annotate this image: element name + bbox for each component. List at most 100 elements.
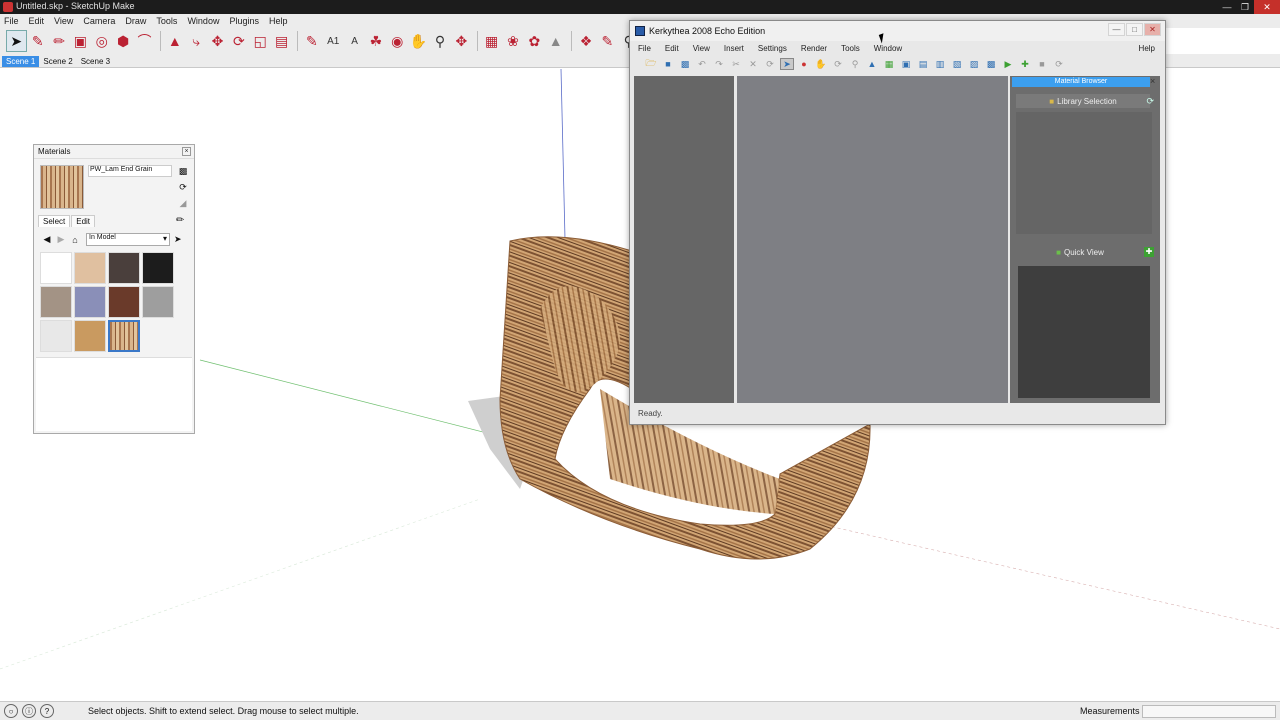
menu-file[interactable]: File [4, 16, 19, 26]
material-swatch[interactable] [108, 286, 140, 318]
material-swatch[interactable] [74, 320, 106, 352]
kt-view-front-icon[interactable]: ▤ [916, 58, 930, 70]
tab-scene-1[interactable]: Scene 1 [2, 56, 40, 67]
library-selection-button[interactable]: ■ Library Selection [1016, 94, 1150, 108]
home-icon[interactable]: ⌂ [68, 235, 82, 245]
sample-paint-icon[interactable]: ✏ [176, 215, 184, 226]
details-arrow-icon[interactable]: ➤ [174, 234, 182, 245]
kt-grid-icon[interactable]: ▦ [882, 58, 896, 70]
kt-maximize-button[interactable]: □ [1126, 23, 1143, 36]
kt-cut-icon[interactable]: ✂ [729, 58, 743, 70]
offset-tool-icon[interactable]: ▤ [271, 30, 291, 52]
kt-view-top-icon[interactable]: ▣ [899, 58, 913, 70]
kerkythea-export-icon[interactable]: ❖ [576, 30, 596, 52]
material-swatch[interactable] [40, 320, 72, 352]
kt-delete-icon[interactable]: ✕ [746, 58, 760, 70]
kt-start-render-icon[interactable]: ▶ [1001, 58, 1015, 70]
kt-menu-help[interactable]: Help [1139, 44, 1155, 53]
kt-view-side-icon[interactable]: ▥ [933, 58, 947, 70]
display-secondary-icon[interactable]: ▩ [177, 165, 189, 177]
warehouse-tool-icon[interactable]: ▦ [481, 30, 501, 52]
materials-close-icon[interactable]: × [182, 147, 191, 156]
material-swatch[interactable] [74, 252, 106, 284]
kt-add-icon[interactable]: ✚ [1018, 58, 1032, 70]
kt-rotate-icon[interactable]: ⟳ [831, 58, 845, 70]
arc-tool-icon[interactable]: ⌒ [134, 30, 154, 52]
text-tool-icon[interactable]: A1 [323, 30, 343, 52]
push-pull-tool-icon[interactable]: ▲ [165, 30, 185, 52]
kt-stop-icon[interactable]: ■ [1035, 58, 1049, 70]
material-swatch[interactable] [142, 252, 174, 284]
material-swatch[interactable] [74, 286, 106, 318]
3d-text-tool-icon[interactable]: A [344, 30, 364, 52]
kt-view-persp-icon[interactable]: ▧ [950, 58, 964, 70]
menu-edit[interactable]: Edit [29, 16, 45, 26]
kt-light-icon[interactable]: ▲ [865, 58, 879, 70]
kt-close-button[interactable]: ✕ [1144, 23, 1161, 36]
orbit-tool-icon[interactable]: ◉ [387, 30, 407, 52]
geolocation-icon[interactable]: ○ [4, 704, 18, 718]
maximize-button[interactable]: ❐ [1236, 0, 1254, 14]
material-swatch[interactable] [142, 286, 174, 318]
paint-bucket-tool-icon[interactable]: ☘ [366, 30, 386, 52]
kt-redo-icon[interactable]: ↷ [712, 58, 726, 70]
material-swatch[interactable] [108, 320, 140, 352]
material-swatch[interactable] [40, 252, 72, 284]
material-browser-close-icon[interactable]: × [1150, 76, 1158, 86]
minimize-button[interactable]: — [1218, 0, 1236, 14]
kt-menu-edit[interactable]: Edit [665, 44, 679, 53]
menu-window[interactable]: Window [187, 16, 219, 26]
zoom-tool-icon[interactable]: ⚲ [430, 30, 450, 52]
quick-view-add-icon[interactable]: ✚ [1144, 247, 1154, 257]
extension-warehouse-tool-icon[interactable]: ❀ [503, 30, 523, 52]
menu-view[interactable]: View [54, 16, 73, 26]
kt-open-icon[interactable]: 🗁 [644, 58, 658, 70]
kt-menu-insert[interactable]: Insert [724, 44, 744, 53]
share-tool-icon[interactable]: ▲ [546, 30, 566, 52]
close-button[interactable]: ✕ [1254, 0, 1280, 14]
tab-select[interactable]: Select [38, 215, 71, 227]
kt-point-icon[interactable]: ● [797, 58, 811, 70]
scale-tool-icon[interactable]: ◱ [250, 30, 270, 52]
library-refresh-icon[interactable]: ⟳ [1146, 96, 1154, 107]
kt-save-as-icon[interactable]: ▩ [678, 58, 692, 70]
tab-scene-2[interactable]: Scene 2 [39, 56, 76, 67]
zoom-extents-tool-icon[interactable]: ✥ [451, 30, 471, 52]
kt-menu-view[interactable]: View [693, 44, 710, 53]
kt-undo-icon[interactable]: ↶ [695, 58, 709, 70]
help-icon[interactable]: ? [40, 704, 54, 718]
kt-refresh-icon[interactable]: ⟳ [763, 58, 777, 70]
kt-camera-icon[interactable]: ▨ [967, 58, 981, 70]
eraser-tool-icon[interactable]: ✎ [28, 30, 48, 52]
pencil-tool-icon[interactable]: ✏ [49, 30, 69, 52]
kt-reset-icon[interactable]: ⟳ [1052, 58, 1066, 70]
select-tool-icon[interactable]: ➤ [6, 30, 27, 52]
menu-plugins[interactable]: Plugins [229, 16, 259, 26]
circle-tool-icon[interactable]: ◎ [92, 30, 112, 52]
move-tool-icon[interactable]: ✥ [207, 30, 227, 52]
follow-me-tool-icon[interactable]: ⤷ [186, 30, 206, 52]
forward-arrow-icon[interactable]: ▶ [54, 234, 68, 245]
kt-zoom-icon[interactable]: ⚲ [848, 58, 862, 70]
kt-menu-file[interactable]: File [638, 44, 651, 53]
kt-select-icon[interactable]: ➤ [780, 58, 794, 70]
kt-menu-tools[interactable]: Tools [841, 44, 860, 53]
kt-pan-icon[interactable]: ✋ [814, 58, 828, 70]
kt-menu-window[interactable]: Window [874, 44, 902, 53]
menu-help[interactable]: Help [269, 16, 288, 26]
polygon-tool-icon[interactable]: ⬢ [113, 30, 133, 52]
kt-menu-settings[interactable]: Settings [758, 44, 787, 53]
rectangle-tool-icon[interactable]: ▣ [70, 30, 90, 52]
menu-draw[interactable]: Draw [125, 16, 146, 26]
rotate-tool-icon[interactable]: ⟳ [229, 30, 249, 52]
library-list-area[interactable] [1016, 112, 1152, 234]
library-dropdown[interactable]: In Model [86, 233, 170, 246]
tape-measure-tool-icon[interactable]: ✎ [302, 30, 322, 52]
kt-menu-render[interactable]: Render [801, 44, 827, 53]
measurements-input[interactable] [1142, 705, 1276, 718]
material-swatch[interactable] [108, 252, 140, 284]
menu-tools[interactable]: Tools [156, 16, 177, 26]
render-tool-icon[interactable]: ✿ [524, 30, 544, 52]
pan-tool-icon[interactable]: ✋ [408, 30, 428, 52]
back-arrow-icon[interactable]: ◀ [40, 234, 54, 245]
